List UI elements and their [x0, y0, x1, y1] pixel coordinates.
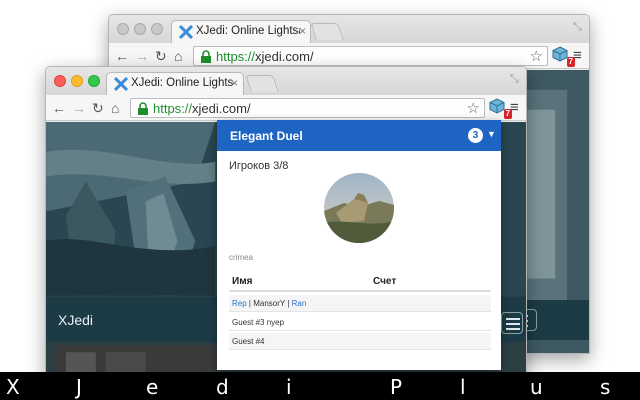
game-name: Elegant Duel	[230, 129, 303, 143]
back-arrow-icon[interactable]: ←	[52, 99, 66, 117]
player-name-text: MansorY	[253, 299, 286, 308]
map-landscape-image	[324, 173, 394, 243]
game-header[interactable]: Elegant Duel 3 ▼	[217, 120, 501, 151]
tab-close-icon[interactable]: ×	[299, 24, 306, 38]
forward-arrow-icon[interactable]: →	[72, 99, 86, 117]
map-thumbnail	[324, 173, 394, 243]
cube-icon	[552, 46, 568, 62]
tab-strip: XJedi: Online Lightsaber Figh × ⤡	[109, 15, 589, 43]
player-name-text: Guest #4	[232, 337, 265, 346]
banner-letter: l	[460, 375, 466, 399]
table-row: Rep | MansorY | Ran	[229, 295, 491, 312]
table-row: Guest #3 nyep	[229, 314, 491, 331]
url-scheme: https://	[216, 49, 256, 64]
address-text: https://xjedi.com/	[153, 101, 251, 116]
xjedi-extension-button[interactable]: 7	[489, 98, 512, 119]
map-name: crimea	[229, 253, 254, 262]
new-tab-button[interactable]	[245, 75, 279, 92]
banner-letter: e	[146, 375, 159, 399]
close-window-button[interactable]	[54, 75, 66, 87]
close-window-button[interactable]	[117, 23, 129, 35]
tab-title: XJedi: Online Lightsaber Figh	[131, 77, 233, 89]
browser-tab[interactable]: XJedi: Online Lightsaber Figh ×	[171, 20, 311, 43]
zoom-window-button[interactable]	[88, 75, 100, 87]
title-banner: X Je d i Pl u s	[0, 372, 640, 400]
column-name: Имя	[232, 276, 253, 287]
reload-icon[interactable]: ↻	[155, 47, 167, 65]
banner-letter: i	[286, 375, 292, 399]
tab-close-icon[interactable]: ×	[231, 76, 238, 90]
players-label: Игроков 3/8	[229, 160, 289, 172]
menu-icon[interactable]: ≡	[510, 99, 519, 116]
url-host: xjedi.com/	[255, 49, 314, 64]
promo-image: XJedi: Online Lightsaber Figh × ⤡ ← → ↻ …	[0, 0, 640, 400]
address-bar[interactable]: https://xjedi.com/ ☆	[130, 98, 485, 118]
tab-title: XJedi: Online Lightsaber Figh	[196, 25, 300, 37]
minimize-window-button[interactable]	[71, 75, 83, 87]
bookmark-star-icon[interactable]: ☆	[530, 47, 543, 65]
address-bar[interactable]: https://xjedi.com/ ☆	[193, 46, 548, 66]
reload-icon[interactable]: ↻	[92, 99, 104, 117]
fullscreen-icon[interactable]: ⤡	[510, 73, 519, 86]
column-score: Счет	[373, 276, 397, 287]
lock-icon	[138, 102, 148, 115]
hamburger-icon[interactable]	[501, 312, 523, 334]
banner-letter: X	[6, 375, 20, 399]
xjedi-favicon-icon	[179, 25, 193, 39]
banner-letter: s	[600, 375, 611, 399]
browser-toolbar: ← → ↻ ⌂ https://xjedi.com/ ☆ 7 ≡	[46, 95, 526, 121]
back-arrow-icon[interactable]: ←	[115, 47, 129, 65]
url-host: xjedi.com/	[192, 101, 251, 116]
player-name-link[interactable]: Ran	[292, 299, 307, 308]
browser-tab[interactable]: XJedi: Online Lightsaber Figh ×	[106, 72, 244, 95]
tab-strip: XJedi: Online Lightsaber Figh × ⤡	[46, 67, 526, 95]
new-tab-button[interactable]	[310, 23, 344, 40]
fullscreen-icon[interactable]: ⤡	[573, 21, 582, 34]
url-scheme: https://	[153, 101, 193, 116]
lock-icon	[201, 50, 211, 63]
banner-letter: u	[530, 375, 543, 399]
site-brand[interactable]: XJedi	[58, 312, 93, 328]
home-icon[interactable]: ⌂	[111, 99, 119, 117]
home-icon[interactable]: ⌂	[174, 47, 182, 65]
zoom-window-button[interactable]	[151, 23, 163, 35]
table-row: Guest #4	[229, 333, 491, 350]
banner-letter: d	[216, 375, 229, 399]
cube-icon	[489, 98, 505, 114]
xjedi-extension-button[interactable]: 7	[552, 46, 575, 67]
player-name-link[interactable]: Rep	[232, 299, 247, 308]
banner-letter: P	[390, 375, 403, 399]
minimize-window-button[interactable]	[134, 23, 146, 35]
game-count-badge: 3	[468, 128, 483, 143]
forward-arrow-icon[interactable]: →	[135, 47, 149, 65]
players-table-header: Имя Счет	[229, 272, 491, 292]
banner-letter: J	[76, 375, 82, 399]
menu-icon[interactable]: ≡	[573, 47, 582, 64]
dropdown-caret-icon[interactable]: ▼	[487, 129, 496, 139]
xjedi-favicon-icon	[114, 77, 128, 91]
bookmark-star-icon[interactable]: ☆	[467, 99, 480, 117]
player-name-text: Guest #3 nyep	[232, 318, 285, 327]
extension-popup: Elegant Duel 3 ▼ Игроков 3/8 crimea Имя …	[217, 120, 501, 370]
address-text: https://xjedi.com/	[216, 49, 314, 64]
